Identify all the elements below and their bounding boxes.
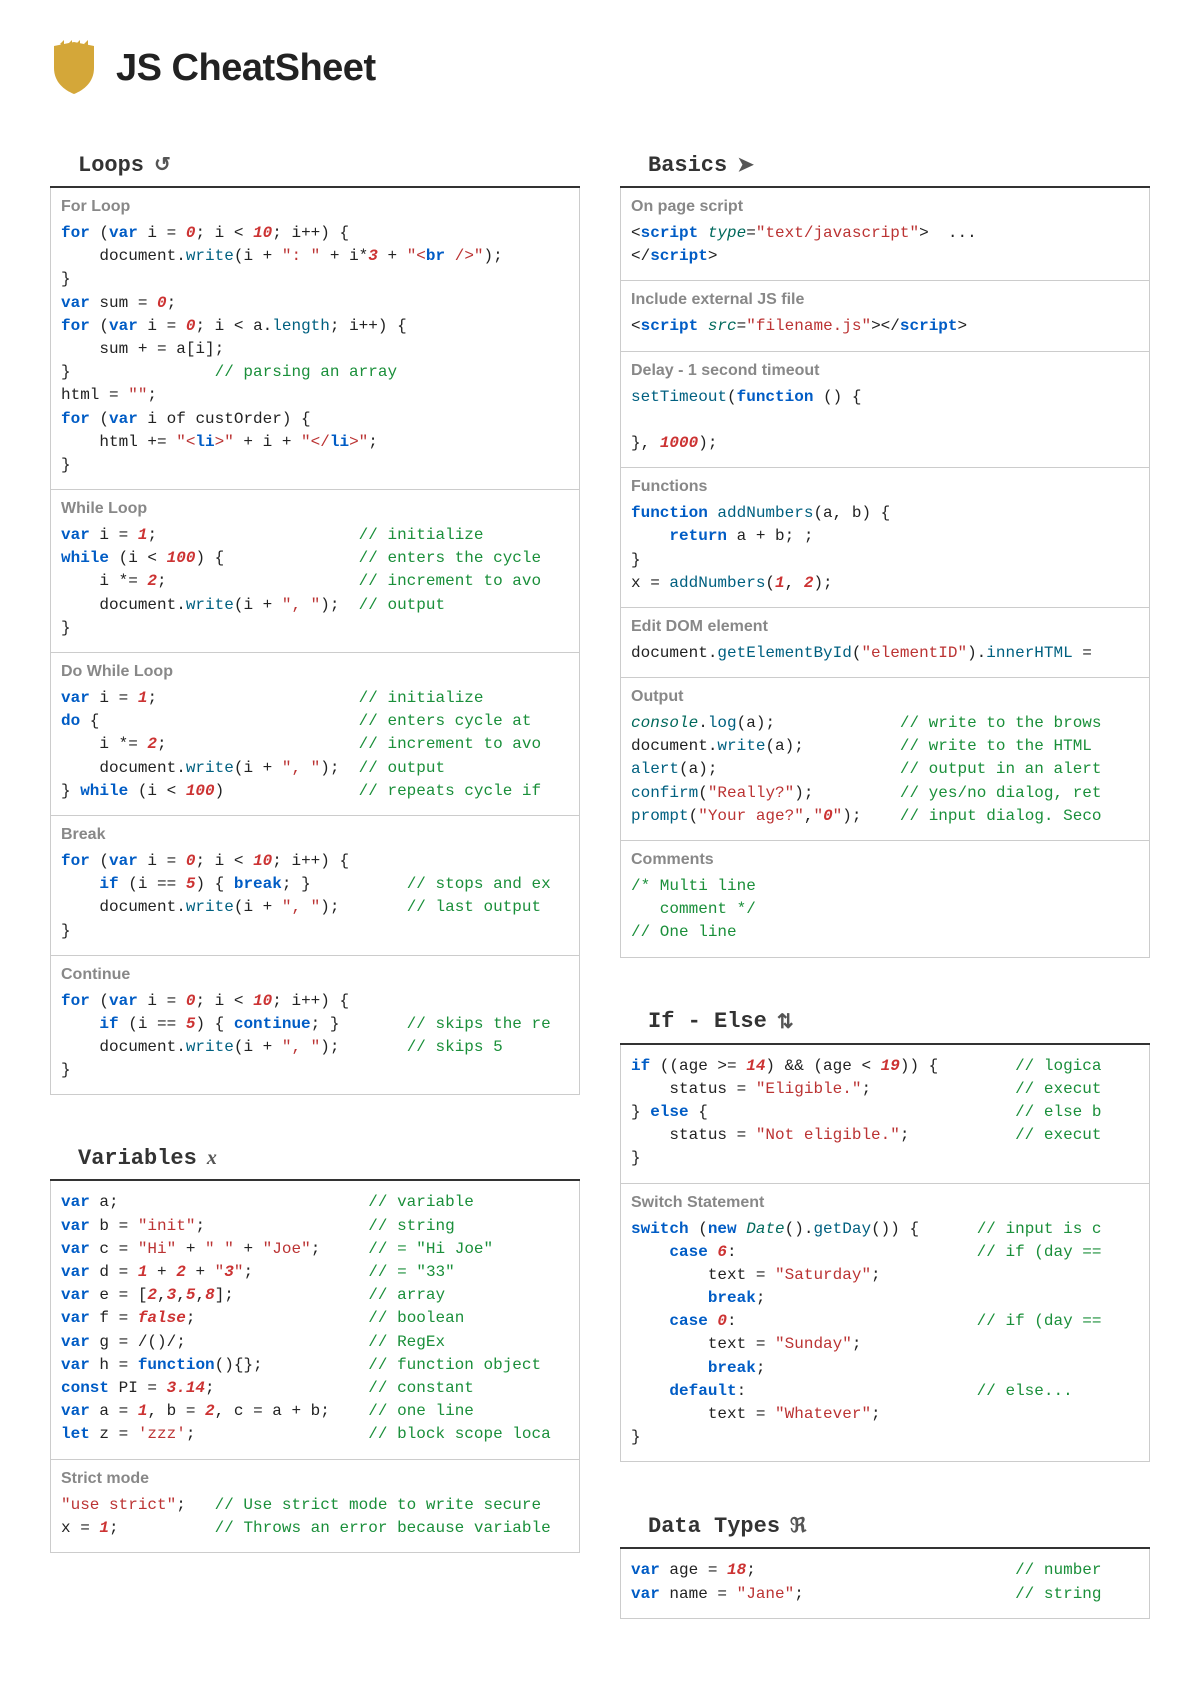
section-datatypes: Data Types ℜ var age = 18; // number var … — [620, 1507, 1150, 1618]
code-block: While Loop var i = 1; // initialize while… — [50, 490, 580, 653]
code-block: Edit DOM element document.getElementById(… — [620, 608, 1150, 678]
code-snippet: switch (new Date().getDay()) { // input … — [631, 1218, 1139, 1450]
section-variables: Variables x var a; // variable var b = "i… — [50, 1140, 580, 1552]
code-snippet: if ((age >= 14) && (age < 19)) { // logi… — [631, 1055, 1139, 1171]
code-block: var age = 18; // number var name = "Jane… — [620, 1549, 1150, 1618]
code-block: Continue for (var i = 0; i < 10; i++) { i… — [50, 956, 580, 1096]
x-icon: x — [207, 1147, 217, 1170]
arrow-icon: ➤ — [737, 152, 754, 178]
code-snippet: for (var i = 0; i < 10; i++) { if (i == … — [61, 990, 569, 1083]
section-title: Variables — [78, 1146, 197, 1171]
code-snippet: var i = 1; // initialize do { // enters … — [61, 687, 569, 803]
code-snippet: console.log(a); // write to the brows do… — [631, 712, 1139, 828]
code-block: On page script <script type="text/javascr… — [620, 188, 1150, 281]
real-icon: ℜ — [790, 1513, 806, 1539]
block-label: Comments — [631, 851, 1139, 869]
code-block: var a; // variable var b = "init"; // st… — [50, 1181, 580, 1459]
section-loops: Loops ↺ For Loop for (var i = 0; i < 10; i… — [50, 146, 580, 1095]
code-block: Break for (var i = 0; i < 10; i++) { if (… — [50, 816, 580, 956]
block-label: Continue — [61, 966, 569, 984]
code-block: Output console.log(a); // write to the br… — [620, 678, 1150, 841]
code-block: if ((age >= 14) && (age < 19)) { // logi… — [620, 1045, 1150, 1184]
code-block: Strict mode "use strict"; // Use strict m… — [50, 1460, 580, 1553]
block-label: Edit DOM element — [631, 618, 1139, 636]
code-snippet: var a; // variable var b = "init"; // st… — [61, 1191, 569, 1446]
block-label: Output — [631, 688, 1139, 706]
page-title: JS CheatSheet — [116, 47, 376, 90]
page-header: JS CheatSheet — [50, 40, 1150, 96]
code-block: Switch Statement switch (new Date().getDa… — [620, 1184, 1150, 1463]
section-title: If - Else — [648, 1009, 767, 1034]
code-snippet: "use strict"; // Use strict mode to writ… — [61, 1494, 569, 1540]
code-block: Include external JS file <script src="fil… — [620, 281, 1150, 351]
section-basics: Basics ➤ On page script <script type="text… — [620, 146, 1150, 958]
code-block: Comments /* Multi line comment */ // One … — [620, 841, 1150, 958]
code-snippet: for (var i = 0; i < 10; i++) { document.… — [61, 222, 569, 477]
code-block: Functions function addNumbers(a, b) { ret… — [620, 468, 1150, 608]
block-label: While Loop — [61, 500, 569, 518]
block-label: For Loop — [61, 198, 569, 216]
block-label: Functions — [631, 478, 1139, 496]
updown-icon: ⇅ — [777, 1009, 794, 1035]
shield-icon — [50, 40, 98, 96]
block-label: Break — [61, 826, 569, 844]
code-snippet: <script type="text/javascript"> ... </sc… — [631, 222, 1139, 268]
block-label: Switch Statement — [631, 1194, 1139, 1212]
block-label: Include external JS file — [631, 291, 1139, 309]
code-snippet: for (var i = 0; i < 10; i++) { if (i == … — [61, 850, 569, 943]
right-column: Basics ➤ On page script <script type="text… — [620, 146, 1150, 1664]
code-snippet: /* Multi line comment */ // One line — [631, 875, 1139, 945]
section-ifelse: If - Else ⇅ if ((age >= 14) && (age < 19)… — [620, 1003, 1150, 1463]
section-title: Basics — [648, 153, 727, 178]
code-block: Delay - 1 second timeout setTimeout(funct… — [620, 352, 1150, 469]
code-snippet: <script src="filename.js"></script> — [631, 315, 1139, 338]
block-label: On page script — [631, 198, 1139, 216]
code-block: For Loop for (var i = 0; i < 10; i++) { d… — [50, 188, 580, 490]
block-label: Strict mode — [61, 1470, 569, 1488]
code-snippet: var age = 18; // number var name = "Jane… — [631, 1559, 1139, 1605]
section-title: Data Types — [648, 1514, 780, 1539]
code-snippet: document.getElementById("elementID").inn… — [631, 642, 1139, 665]
loop-icon: ↺ — [154, 152, 171, 178]
code-block: Do While Loop var i = 1; // initialize do… — [50, 653, 580, 816]
block-label: Delay - 1 second timeout — [631, 362, 1139, 380]
code-snippet: var i = 1; // initialize while (i < 100)… — [61, 524, 569, 640]
block-label: Do While Loop — [61, 663, 569, 681]
code-snippet: function addNumbers(a, b) { return a + b… — [631, 502, 1139, 595]
left-column: Loops ↺ For Loop for (var i = 0; i < 10; i… — [50, 146, 580, 1664]
code-snippet: setTimeout(function () { }, 1000); — [631, 386, 1139, 456]
section-title: Loops — [78, 153, 144, 178]
